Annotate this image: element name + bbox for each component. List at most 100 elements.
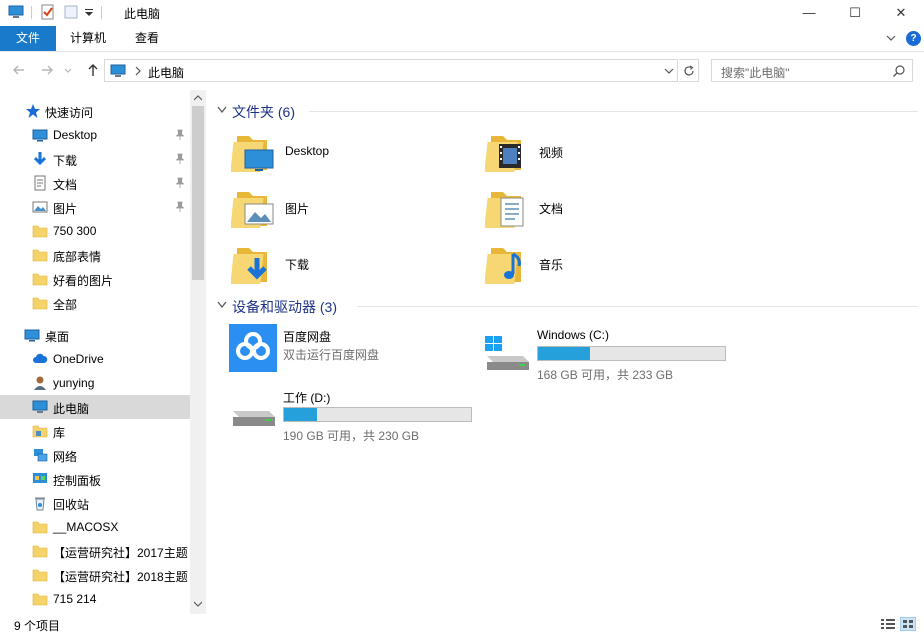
- baidu-netdisk-item[interactable]: 百度网盘 双击运行百度网盘: [229, 324, 479, 380]
- computer-icon[interactable]: [8, 4, 24, 20]
- tab-computer[interactable]: 计算机: [62, 26, 114, 51]
- pin-icon[interactable]: [175, 153, 185, 165]
- sidebar-item-label: 全部: [53, 298, 78, 312]
- document-icon: [34, 175, 46, 191]
- chevron-down-icon[interactable]: [217, 106, 227, 114]
- customize-toolbar-icon[interactable]: [84, 4, 94, 20]
- folder-icon: [32, 225, 48, 238]
- close-button[interactable]: ✕: [878, 0, 924, 25]
- sidebar-item-quick-access[interactable]: 快速访问: [0, 99, 190, 123]
- folder-name: Desktop: [285, 144, 330, 158]
- search-input[interactable]: 搜索"此电脑": [711, 59, 913, 82]
- folder-tile-3[interactable]: 文档: [485, 184, 735, 234]
- folder-icon: [32, 273, 48, 286]
- scroll-up-icon[interactable]: [194, 95, 202, 101]
- details-view-icon[interactable]: [880, 617, 896, 631]
- sidebar-item-label: 回收站: [53, 498, 90, 512]
- drive-name: Windows (C:): [537, 328, 610, 342]
- sidebar-item-桌面[interactable]: 桌面: [0, 323, 190, 347]
- large-icons-view-icon[interactable]: [900, 617, 916, 631]
- sidebar-item-好看的图片[interactable]: 好看的图片: [0, 267, 190, 291]
- sidebar-scrollbar[interactable]: [190, 90, 206, 614]
- folder-tile-0[interactable]: Desktop: [231, 128, 481, 178]
- folder-name: 下载: [285, 258, 310, 272]
- windows-drive-icon: [485, 336, 529, 370]
- drive-c[interactable]: Windows (C:) 168 GB 可用，共 233 GB: [483, 324, 733, 382]
- forward-icon[interactable]: [38, 61, 56, 79]
- sidebar-item-yunying[interactable]: yunying: [0, 371, 190, 395]
- sidebar-item-label: 图片: [53, 202, 78, 216]
- sidebar-item-全部[interactable]: 全部: [0, 291, 190, 315]
- back-icon[interactable]: [10, 61, 28, 79]
- pin-icon[interactable]: [175, 129, 185, 141]
- refresh-icon: [683, 64, 694, 76]
- chevron-down-icon[interactable]: [217, 301, 227, 309]
- sidebar-item-文档[interactable]: 文档: [0, 171, 190, 195]
- tab-view[interactable]: 查看: [124, 26, 170, 51]
- sidebar-item-label: 750 300: [53, 224, 97, 238]
- group-title: 文件夹 (6): [232, 104, 295, 120]
- sidebar-item-下载[interactable]: 下载: [0, 147, 190, 171]
- folder-icon: [32, 521, 48, 534]
- sidebar-item-label: 【运营研究社】2018主题: [53, 570, 188, 584]
- expand-ribbon-icon[interactable]: [884, 31, 898, 45]
- sidebar-item-网络[interactable]: 网络: [0, 443, 190, 467]
- new-folder-icon[interactable]: [63, 4, 79, 20]
- divider: [357, 306, 918, 307]
- sidebar-item-onedrive[interactable]: OneDrive: [0, 347, 190, 371]
- tab-file[interactable]: 文件: [0, 26, 56, 51]
- maximize-button[interactable]: ☐: [832, 0, 878, 25]
- download-folder-icon: [231, 248, 267, 284]
- sidebar-item-控制面板[interactable]: 控制面板: [0, 467, 190, 491]
- navigation-pane: 快速访问 Desktop 下载 文档图片 750 300 底部表情 好看的图片全部桌面 On…: [0, 90, 206, 614]
- recent-locations-icon[interactable]: [62, 61, 74, 79]
- search-icon[interactable]: [892, 64, 906, 78]
- user-icon: [34, 376, 46, 390]
- sidebar-item-运营研究社-2017主题[interactable]: 【运营研究社】2017主题: [0, 539, 190, 563]
- folder-tile-1[interactable]: 视频: [485, 128, 735, 178]
- sidebar-item-底部表情[interactable]: 底部表情: [0, 243, 190, 267]
- folder-tile-4[interactable]: 下载: [231, 240, 481, 290]
- drive-name: 工作 (D:): [283, 391, 331, 405]
- drive-usage-bar: [537, 346, 726, 361]
- sidebar-item-回收站[interactable]: 回收站: [0, 491, 190, 515]
- help-icon[interactable]: ?: [906, 31, 921, 46]
- sidebar-item-macosx[interactable]: __MACOSX: [0, 515, 190, 539]
- picture-folder-icon: [231, 192, 274, 228]
- content-pane: 文件夹 (6) Desktop 视频 图片 文档下载 音乐 设备和驱动器 (3) 百度网…: [207, 90, 924, 614]
- sidebar-item-图片[interactable]: 图片: [0, 195, 190, 219]
- separator: [31, 6, 32, 19]
- sidebar-item-label: Desktop: [53, 128, 98, 142]
- address-bar[interactable]: 此电脑: [104, 59, 678, 82]
- folder-icon: [32, 593, 48, 606]
- pin-icon[interactable]: [175, 177, 185, 189]
- breadcrumb[interactable]: 此电脑: [148, 64, 184, 81]
- minimize-button[interactable]: —: [786, 0, 832, 25]
- group-title: 设备和驱动器 (3): [232, 299, 337, 315]
- folder-tile-2[interactable]: 图片: [231, 184, 481, 234]
- sidebar-item-750-300[interactable]: 750 300: [0, 219, 190, 243]
- scroll-down-icon[interactable]: [194, 601, 202, 607]
- sidebar-item-运营研究社-2018主题[interactable]: 【运营研究社】2018主题: [0, 563, 190, 587]
- chevron-down-icon[interactable]: [663, 65, 675, 77]
- chevron-right-icon[interactable]: [133, 65, 143, 77]
- folder-icon: [32, 569, 48, 582]
- separator: [101, 6, 102, 19]
- folder-tile-5[interactable]: 音乐: [485, 240, 735, 290]
- scrollbar-thumb[interactable]: [192, 106, 204, 280]
- sidebar-item-库[interactable]: 库: [0, 419, 190, 443]
- navigation-bar: 此电脑 搜索"此电脑": [0, 52, 924, 90]
- video-folder-icon: [485, 136, 521, 172]
- drive-free-space: 190 GB 可用，共 230 GB: [283, 429, 420, 443]
- sidebar-item-715-214[interactable]: 715 214: [0, 587, 190, 611]
- properties-icon[interactable]: [40, 4, 56, 20]
- drive-d[interactable]: 工作 (D:) 190 GB 可用，共 230 GB: [229, 385, 479, 443]
- up-icon[interactable]: [84, 61, 102, 79]
- sidebar-item-此电脑[interactable]: 此电脑: [0, 395, 190, 419]
- drive-free-space: 168 GB 可用，共 233 GB: [537, 368, 674, 382]
- sidebar-item-label: 网络: [53, 450, 78, 464]
- sidebar-item-desktop[interactable]: Desktop: [0, 123, 190, 147]
- pin-icon[interactable]: [175, 201, 185, 213]
- refresh-button[interactable]: [679, 59, 699, 82]
- control-panel-icon: [33, 473, 47, 483]
